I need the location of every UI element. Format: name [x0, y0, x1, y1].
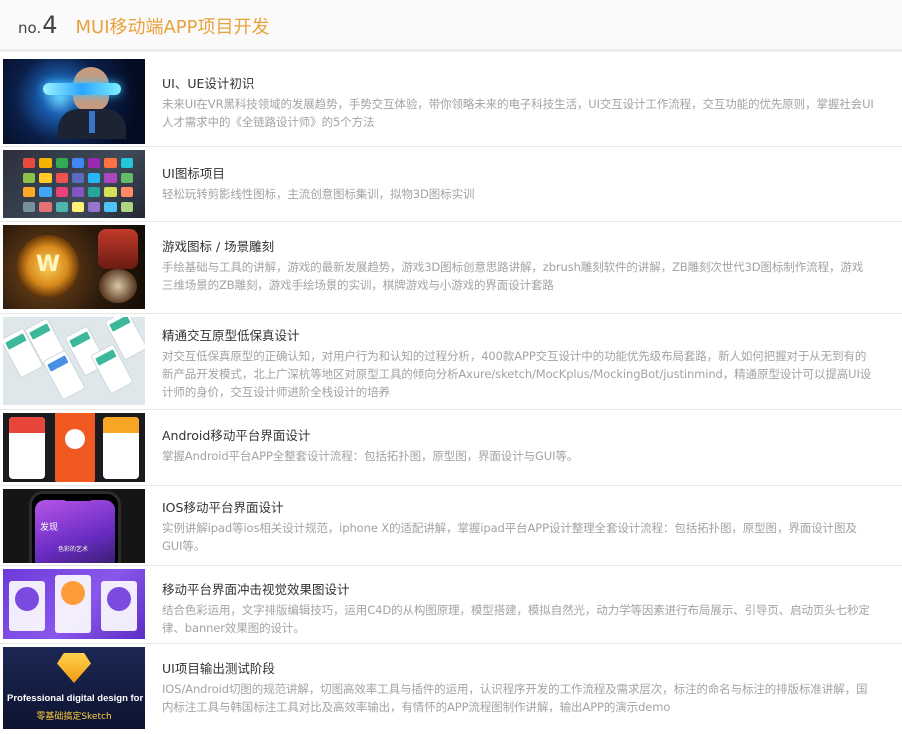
course-item-game-icons[interactable]: W 游戏图标 / 场景雕刻 手绘基础与工具的讲解，游戏的最新发展趋势，游戏3D图… [0, 222, 902, 314]
course-item-title[interactable]: UI、UE设计初识 [162, 76, 874, 92]
wireframe-thumbnail[interactable] [3, 317, 145, 405]
course-item-android[interactable]: Android移动平台界面设计 掌握Android平台APP全整套设计流程：包括… [0, 410, 902, 486]
course-item-desc: 手绘基础与工具的讲解，游戏的最新发展趋势，游戏3D图标创意思路讲解，zbrush… [162, 260, 864, 292]
course-item-desc: 实例讲解ipad等ios相关设计规范，iphone X的适配讲解，掌握ipad平… [162, 521, 857, 553]
vr-headset-thumbnail[interactable] [3, 59, 145, 144]
android-ui-thumbnail[interactable] [3, 413, 145, 482]
game-icons-thumbnail[interactable]: W [3, 225, 145, 309]
course-item-ui-icons[interactable]: UI图标项目 轻松玩转剪影线性图标，主流创意图标集训，拟物3D图标实训 [0, 147, 902, 222]
course-item-visual[interactable]: 移动平台界面冲击视觉效果图设计 结合色彩运用，文字排版编辑技巧，运用C4D的从构… [0, 566, 902, 644]
course-item-title[interactable]: 精通交互原型低保真设计 [162, 328, 874, 344]
course-item-desc: 对交互低保真原型的正确认知，对用户行为和认知的过程分析，400款APP交互设计中… [162, 349, 872, 399]
course-item-title[interactable]: Android移动平台界面设计 [162, 428, 874, 444]
sketch-caption-cn: 零基础搞定Sketch [36, 712, 112, 722]
course-item-title[interactable]: 移动平台界面冲击视觉效果图设计 [162, 582, 874, 598]
course-item-ui-ue[interactable]: UI、UE设计初识 未来UI在VR黑科技领域的发展趋势，手势交互体验，带你领略未… [0, 56, 902, 147]
course-item-desc: 未来UI在VR黑科技领域的发展趋势，手势交互体验，带你领略未来的电子科技生活，U… [162, 97, 874, 129]
course-item-desc: IOS/Android切图的规范讲解，切图高效率工具与插件的运用，认识程序开发的… [162, 682, 868, 714]
course-list: UI、UE设计初识 未来UI在VR黑科技领域的发展趋势，手势交互体验，带你领略未… [0, 56, 902, 734]
section-number-value: 4 [42, 10, 58, 39]
ios-app-title: 发现 [40, 523, 59, 533]
section-title: MUI移动端APP项目开发 [75, 16, 270, 38]
course-item-ios[interactable]: 发现 色彩的艺术 IOS移动平台界面设计 实例讲解ipad等ios相关设计规范，… [0, 486, 902, 566]
sketch-caption-en: Professional digital design for Mac [7, 693, 145, 704]
visual-design-thumbnail[interactable] [3, 569, 145, 639]
course-item-title[interactable]: UI图标项目 [162, 166, 874, 182]
course-item-prototype[interactable]: 精通交互原型低保真设计 对交互低保真原型的正确认知，对用户行为和认知的过程分析，… [0, 314, 902, 410]
section-number: no. 4 [18, 11, 57, 39]
course-item-desc: 掌握Android平台APP全整套设计流程：包括拓扑图，原型图，界面设计与GUI… [162, 449, 579, 463]
course-item-title[interactable]: UI项目输出测试阶段 [162, 661, 874, 677]
iphone-x-thumbnail[interactable]: 发现 色彩的艺术 [3, 489, 145, 563]
course-item-title[interactable]: 游戏图标 / 场景雕刻 [162, 239, 874, 255]
section-header: no. 4 MUI移动端APP项目开发 [0, 0, 902, 52]
app-icons-thumbnail[interactable] [3, 150, 145, 218]
sketch-icon [57, 653, 91, 683]
course-item-title[interactable]: IOS移动平台界面设计 [162, 500, 874, 516]
section-number-prefix: no. [18, 18, 42, 37]
course-item-output[interactable]: Professional digital design for Mac 零基础搞… [0, 644, 902, 734]
course-item-desc: 结合色彩运用，文字排版编辑技巧，运用C4D的从构图原理，模型搭建，模拟自然光，动… [162, 603, 870, 635]
course-item-desc: 轻松玩转剪影线性图标，主流创意图标集训，拟物3D图标实训 [162, 187, 475, 201]
ios-app-caption: 色彩的艺术 [58, 546, 89, 553]
sketch-thumbnail[interactable]: Professional digital design for Mac 零基础搞… [3, 647, 145, 729]
